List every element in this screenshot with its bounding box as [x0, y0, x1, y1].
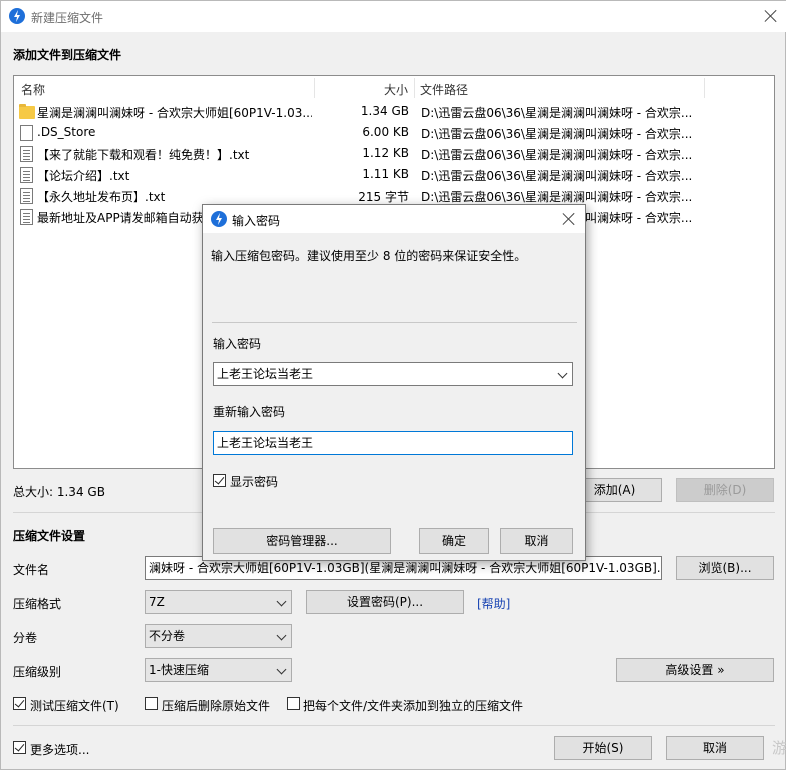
file-row[interactable]: 星澜是澜澜叫澜妹呀 - 合欢宗大师姐[60P1V-1.03... 1.34 GB…: [14, 101, 774, 122]
file-row[interactable]: 【论坛介绍】.txt 1.11 KB D:\迅雷云盘06\36\星澜是澜澜叫澜妹…: [14, 164, 774, 185]
ok-button[interactable]: 确定: [419, 528, 489, 554]
close-icon[interactable]: [763, 8, 779, 24]
filename-label: 文件名: [13, 563, 50, 577]
browse-button[interactable]: 浏览(B)...: [676, 556, 774, 580]
split-select[interactable]: 不分卷: [145, 624, 292, 648]
dialog-title: 输入密码: [232, 214, 281, 228]
password-manager-button[interactable]: 密码管理器...: [213, 528, 391, 554]
dialog-hint-area: 输入压缩包密码。建议使用至少 8 位的密码来保证安全性。: [203, 233, 585, 323]
level-label: 压缩级别: [13, 665, 62, 679]
file-name: 【永久地址发布页】.txt: [37, 190, 166, 204]
format-value: 7Z: [149, 595, 165, 609]
file-row[interactable]: 【永久地址发布页】.txt 215 字节 D:\迅雷云盘06\36\星澜是澜澜叫…: [14, 185, 774, 206]
file-path: D:\迅雷云盘06\36\星澜是澜澜叫澜妹呀 - 合欢宗...: [421, 127, 693, 141]
delete-button[interactable]: 删除(D): [676, 478, 774, 502]
delete-after-label[interactable]: 压缩后删除原始文件: [162, 697, 270, 714]
show-password-label[interactable]: 显示密码: [230, 473, 278, 490]
column-header-size[interactable]: 大小: [384, 81, 408, 98]
file-size: 215 字节: [358, 190, 409, 204]
file-name: .DS_Store: [37, 125, 96, 139]
file-name: 【来了就能下载和观看！纯免费！】.txt: [37, 148, 250, 162]
file-size: 1.11 KB: [362, 167, 409, 181]
password-label: 输入密码: [213, 337, 262, 351]
file-path: D:\迅雷云盘06\36\星澜是澜澜叫澜妹呀 - 合欢宗...: [421, 169, 693, 183]
dialog-title-bar: 输入密码: [203, 205, 585, 233]
divider: [212, 322, 577, 323]
start-button[interactable]: 开始(S): [554, 736, 652, 760]
test-archive-label[interactable]: 测试压缩文件(T): [30, 697, 119, 714]
section-title-add-files: 添加文件到压缩文件: [13, 48, 122, 62]
column-divider[interactable]: [704, 78, 705, 98]
column-divider[interactable]: [314, 78, 315, 98]
column-header-name[interactable]: 名称: [21, 81, 45, 98]
separate-archives-label[interactable]: 把每个文件/文件夹添加到独立的压缩文件: [303, 697, 523, 714]
format-select[interactable]: 7Z: [145, 590, 292, 614]
advanced-settings-button[interactable]: 高级设置 »: [616, 658, 774, 682]
password-hint: 输入压缩包密码。建议使用至少 8 位的密码来保证安全性。: [211, 249, 527, 263]
file-name: 【论坛介绍】.txt: [37, 169, 130, 183]
file-size: 1.34 GB: [360, 104, 409, 118]
password-value: 上老王论坛当老王: [217, 367, 314, 381]
cancel-button[interactable]: 取消: [666, 736, 764, 760]
close-icon[interactable]: [561, 211, 577, 227]
file-path: D:\迅雷云盘06\36\星澜是澜澜叫澜妹呀 - 合欢宗...: [421, 106, 693, 120]
text-file-icon: [20, 209, 33, 225]
more-options-checkbox[interactable]: [13, 741, 26, 754]
dialog-cancel-button[interactable]: 取消: [500, 528, 573, 554]
file-name: 星澜是澜澜叫澜妹呀 - 合欢宗大师姐[60P1V-1.03...: [37, 106, 312, 120]
password-dialog: 输入密码 输入压缩包密码。建议使用至少 8 位的密码来保证安全性。 输入密码 上…: [202, 204, 586, 561]
text-file-icon: [20, 167, 33, 183]
delete-after-checkbox[interactable]: [145, 697, 158, 710]
folder-icon: [19, 104, 35, 119]
password-combo[interactable]: 上老王论坛当老王: [213, 362, 573, 386]
title-bar: 新建压缩文件: [1, 1, 786, 32]
file-size: 6.00 KB: [362, 125, 409, 139]
chevron-down-icon: [557, 368, 568, 379]
reenter-password-label: 重新输入密码: [213, 405, 286, 419]
app-logo-icon: [9, 8, 25, 24]
chevron-down-icon: [276, 630, 287, 641]
window-title: 新建压缩文件: [31, 11, 104, 25]
total-size-label: 总大小: 1.34 GB: [13, 485, 105, 499]
file-row[interactable]: 【来了就能下载和观看！纯免费！】.txt 1.12 KB D:\迅雷云盘06\3…: [14, 143, 774, 164]
set-password-button[interactable]: 设置密码(P)...: [306, 590, 464, 614]
app-logo-icon: [211, 211, 227, 227]
reenter-password-input[interactable]: 上老王论坛当老王: [213, 431, 573, 455]
more-options-label[interactable]: 更多选项...: [30, 741, 89, 758]
text-file-icon: [20, 146, 33, 162]
file-size: 1.12 KB: [362, 146, 409, 160]
format-label: 压缩格式: [13, 597, 62, 611]
help-link[interactable]: [帮助]: [477, 595, 510, 612]
file-path: D:\迅雷云盘06\36\星澜是澜澜叫澜妹呀 - 合欢宗...: [421, 148, 693, 162]
text-file-icon: [20, 188, 33, 204]
split-value: 不分卷: [149, 629, 186, 643]
watermark-text: 游: [772, 739, 786, 757]
file-row[interactable]: .DS_Store 6.00 KB D:\迅雷云盘06\36\星澜是澜澜叫澜妹呀…: [14, 122, 774, 143]
level-value: 1-快速压缩: [149, 663, 209, 677]
divider: [13, 725, 775, 726]
test-archive-checkbox[interactable]: [13, 697, 26, 710]
split-label: 分卷: [13, 631, 38, 645]
section-title-settings: 压缩文件设置: [13, 529, 86, 543]
file-path: D:\迅雷云盘06\36\星澜是澜澜叫澜妹呀 - 合欢宗...: [421, 190, 693, 204]
level-select[interactable]: 1-快速压缩: [145, 658, 292, 682]
chevron-down-icon: [276, 596, 287, 607]
show-password-checkbox[interactable]: [213, 474, 226, 487]
file-icon: [20, 125, 33, 141]
chevron-down-icon: [276, 664, 287, 675]
separate-archives-checkbox[interactable]: [287, 697, 300, 710]
column-header-path[interactable]: 文件路径: [420, 81, 468, 98]
column-divider[interactable]: [414, 78, 415, 98]
